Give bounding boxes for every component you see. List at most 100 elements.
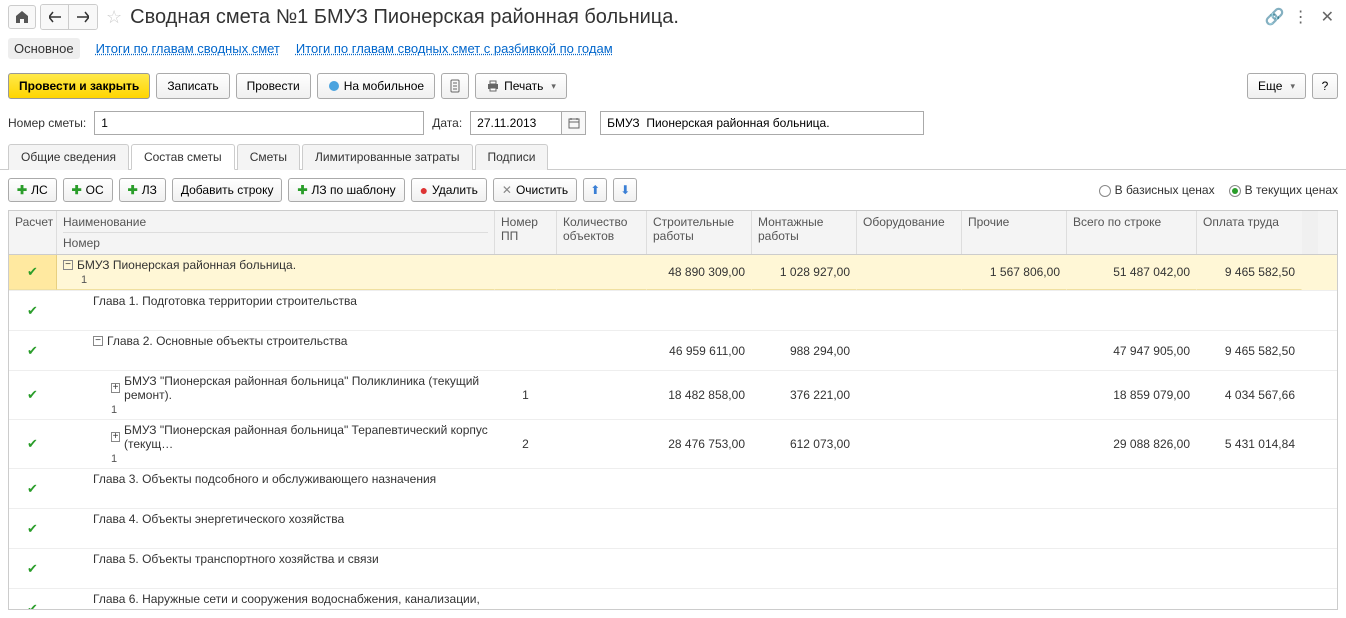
- expand-icon[interactable]: +: [111, 432, 120, 442]
- collapse-icon[interactable]: −: [93, 336, 103, 346]
- add-os-button[interactable]: ✚ОС: [63, 178, 113, 202]
- cell-equip[interactable]: [857, 291, 962, 330]
- cell-total[interactable]: 18 859 079,00: [1067, 371, 1197, 419]
- cell-equip[interactable]: [857, 331, 962, 370]
- cell-mount[interactable]: [752, 291, 857, 330]
- help-button[interactable]: ?: [1312, 73, 1338, 99]
- cell-qty[interactable]: [557, 331, 647, 370]
- cell-pay[interactable]: [1197, 469, 1302, 508]
- cell-pp[interactable]: [495, 331, 557, 370]
- col-equip[interactable]: Оборудование: [857, 211, 962, 254]
- cell-other[interactable]: [962, 371, 1067, 419]
- cell-pay[interactable]: 9 465 582,50: [1197, 331, 1302, 370]
- cell-other[interactable]: 1 567 806,00: [962, 255, 1067, 290]
- cell-build[interactable]: 48 890 309,00: [647, 255, 752, 290]
- date-picker-button[interactable]: [562, 111, 586, 135]
- cell-other[interactable]: [962, 589, 1067, 609]
- cell-total[interactable]: [1067, 549, 1197, 588]
- cell-calc[interactable]: ✔: [9, 420, 57, 468]
- cell-total[interactable]: 29 088 826,00: [1067, 420, 1197, 468]
- expand-icon[interactable]: +: [111, 383, 120, 393]
- cell-mount[interactable]: [752, 549, 857, 588]
- lz-template-button[interactable]: ✚ЛЗ по шаблону: [288, 178, 404, 202]
- cell-build[interactable]: 28 476 753,00: [647, 420, 752, 468]
- table-row[interactable]: ✔−БМУЗ Пионерская районная больница.148 …: [9, 255, 1337, 291]
- favorite-star-icon[interactable]: ☆: [106, 7, 122, 28]
- table-row[interactable]: ✔Глава 1. Подготовка территории строител…: [9, 291, 1337, 331]
- cell-name[interactable]: +БМУЗ "Пионерская районная больница" Тер…: [57, 420, 495, 468]
- cell-pay[interactable]: 9 465 582,50: [1197, 255, 1302, 290]
- link-icon[interactable]: 🔗: [1265, 7, 1285, 27]
- cell-mount[interactable]: 988 294,00: [752, 331, 857, 370]
- cell-pp[interactable]: 1: [495, 371, 557, 419]
- cell-equip[interactable]: [857, 469, 962, 508]
- tab-estimates[interactable]: Сметы: [237, 144, 300, 170]
- table-row[interactable]: ✔+БМУЗ "Пионерская районная больница" Те…: [9, 420, 1337, 469]
- cell-pay[interactable]: 4 034 567,66: [1197, 371, 1302, 419]
- radio-base-prices[interactable]: В базисных ценах: [1099, 183, 1215, 197]
- cell-calc[interactable]: ✔: [9, 509, 57, 548]
- close-button[interactable]: ✕: [1317, 7, 1338, 27]
- save-button[interactable]: Записать: [156, 73, 229, 99]
- cell-calc[interactable]: ✔: [9, 255, 57, 290]
- cell-mount[interactable]: [752, 469, 857, 508]
- col-build[interactable]: Строительные работы: [647, 211, 752, 254]
- cell-build[interactable]: [647, 589, 752, 609]
- cell-mount[interactable]: [752, 589, 857, 609]
- cell-calc[interactable]: ✔: [9, 291, 57, 330]
- cell-total[interactable]: [1067, 589, 1197, 609]
- cell-qty[interactable]: [557, 469, 647, 508]
- cell-build[interactable]: [647, 549, 752, 588]
- cell-qty[interactable]: [557, 371, 647, 419]
- cell-equip[interactable]: [857, 255, 962, 290]
- cell-pp[interactable]: [495, 469, 557, 508]
- col-pp[interactable]: Номер ПП: [495, 211, 557, 254]
- cell-equip[interactable]: [857, 549, 962, 588]
- cell-pp[interactable]: [495, 255, 557, 290]
- tab-limited[interactable]: Лимитированные затраты: [302, 144, 473, 170]
- cell-calc[interactable]: ✔: [9, 549, 57, 588]
- cell-other[interactable]: [962, 509, 1067, 548]
- cell-total[interactable]: 47 947 905,00: [1067, 331, 1197, 370]
- cell-mount[interactable]: 376 221,00: [752, 371, 857, 419]
- cell-pay[interactable]: [1197, 509, 1302, 548]
- move-up-button[interactable]: ⬆: [583, 178, 607, 202]
- cell-qty[interactable]: [557, 420, 647, 468]
- more-menu-icon[interactable]: ⋮: [1293, 7, 1309, 27]
- table-row[interactable]: ✔Глава 6. Наружные сети и сооружения вод…: [9, 589, 1337, 609]
- tab-signatures[interactable]: Подписи: [475, 144, 549, 170]
- nav-link-totals-years[interactable]: Итоги по главам сводных смет с разбивкой…: [296, 41, 613, 56]
- more-button[interactable]: Еще: [1247, 73, 1306, 99]
- nav-main[interactable]: Основное: [8, 38, 80, 59]
- move-down-button[interactable]: ⬇: [613, 178, 637, 202]
- tab-general[interactable]: Общие сведения: [8, 144, 129, 170]
- cell-build[interactable]: 18 482 858,00: [647, 371, 752, 419]
- cell-pp[interactable]: [495, 549, 557, 588]
- cell-other[interactable]: [962, 420, 1067, 468]
- cell-equip[interactable]: [857, 509, 962, 548]
- cell-build[interactable]: [647, 291, 752, 330]
- cell-qty[interactable]: [557, 549, 647, 588]
- cell-name[interactable]: Глава 5. Объекты транспортного хозяйства…: [57, 549, 495, 588]
- cell-build[interactable]: [647, 509, 752, 548]
- cell-qty[interactable]: [557, 589, 647, 609]
- col-name[interactable]: Наименование Номер: [57, 211, 495, 254]
- cell-mount[interactable]: 612 073,00: [752, 420, 857, 468]
- cell-total[interactable]: 51 487 042,00: [1067, 255, 1197, 290]
- forward-button[interactable]: [69, 5, 97, 29]
- post-button[interactable]: Провести: [236, 73, 311, 99]
- cell-pay[interactable]: [1197, 291, 1302, 330]
- grid-body[interactable]: ✔−БМУЗ Пионерская районная больница.148 …: [9, 255, 1337, 609]
- col-pay[interactable]: Оплата труда: [1197, 211, 1302, 254]
- cell-calc[interactable]: ✔: [9, 371, 57, 419]
- cell-mount[interactable]: 1 028 927,00: [752, 255, 857, 290]
- radio-current-prices[interactable]: В текущих ценах: [1229, 183, 1338, 197]
- cell-other[interactable]: [962, 549, 1067, 588]
- cell-total[interactable]: [1067, 509, 1197, 548]
- cell-pp[interactable]: [495, 509, 557, 548]
- cell-equip[interactable]: [857, 371, 962, 419]
- table-row[interactable]: ✔Глава 5. Объекты транспортного хозяйств…: [9, 549, 1337, 589]
- mobile-button[interactable]: На мобильное: [317, 73, 435, 99]
- cell-pp[interactable]: 2: [495, 420, 557, 468]
- post-and-close-button[interactable]: Провести и закрыть: [8, 73, 150, 99]
